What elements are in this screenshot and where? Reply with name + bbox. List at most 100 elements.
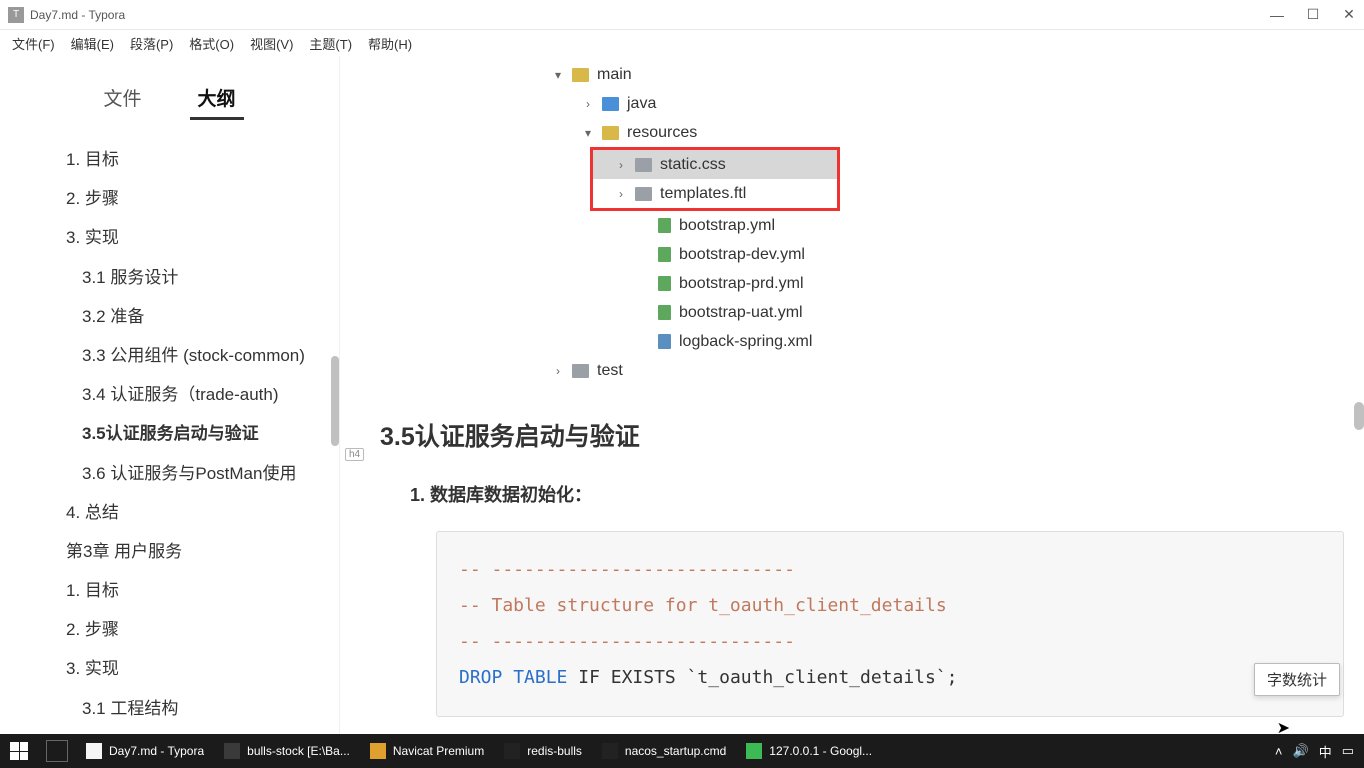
tree-row: logback-spring.xml <box>440 327 1344 356</box>
task-label: redis-bulls <box>527 744 582 758</box>
content-scrollbar[interactable] <box>1354 402 1364 430</box>
menu-view[interactable]: 视图(V) <box>244 32 299 55</box>
taskbar-task[interactable]: Navicat Premium <box>360 734 494 768</box>
heading-h4[interactable]: 3.5认证服务启动与验证 <box>380 417 1344 453</box>
tree-label: java <box>627 95 656 113</box>
outline-item[interactable]: 3.1 工程结构 <box>16 689 339 728</box>
code-text: IF EXISTS `t_oauth_client_details`; <box>567 667 957 688</box>
tree-row: ▾resources <box>440 118 1344 147</box>
tree-row: bootstrap-dev.yml <box>440 240 1344 269</box>
close-button[interactable]: ✕ <box>1342 8 1356 22</box>
chevron-icon: › <box>613 158 629 172</box>
menu-edit[interactable]: 编辑(E) <box>65 32 120 55</box>
outline-item[interactable]: 3.2 准备 <box>16 297 339 336</box>
menubar: 文件(F) 编辑(E) 段落(P) 格式(O) 视图(V) 主题(T) 帮助(H… <box>0 30 1364 56</box>
notification-icon[interactable]: ▭ <box>1342 743 1354 759</box>
menu-format[interactable]: 格式(O) <box>183 32 240 55</box>
tree-label: logback-spring.xml <box>679 333 812 351</box>
file-icon <box>658 276 671 291</box>
file-icon <box>658 334 671 349</box>
tree-row: bootstrap.yml <box>440 211 1344 240</box>
outline-item[interactable]: 3.6 认证服务与PostMan使用 <box>16 454 339 493</box>
folder-icon <box>635 187 652 201</box>
sidebar: 文件 大纲 1. 目标2. 步骤3. 实现3.1 服务设计3.2 准备3.3 公… <box>0 56 340 734</box>
tree-row: bootstrap-uat.yml <box>440 298 1344 327</box>
outline-item[interactable]: 3. 实现 <box>16 218 339 257</box>
minimize-button[interactable]: — <box>1270 8 1284 22</box>
outline-item[interactable]: 3.1 服务设计 <box>16 258 339 297</box>
tray-expand-icon[interactable]: ˄ <box>1275 744 1283 759</box>
outline-item[interactable]: 1. 目标 <box>16 571 339 610</box>
tree-label: templates.ftl <box>660 185 746 203</box>
tab-file[interactable]: 文件 <box>95 78 149 120</box>
task-label: Day7.md - Typora <box>109 744 204 758</box>
tree-row: bootstrap-prd.yml <box>440 269 1344 298</box>
step-1[interactable]: 1. 数据库数据初始化： <box>410 481 1344 507</box>
chevron-icon: ▾ <box>550 68 566 82</box>
tree-row: ›static.css <box>593 150 837 179</box>
task-view-icon[interactable] <box>46 740 68 762</box>
outline-item[interactable]: 2. 步骤 <box>16 179 339 218</box>
code-block[interactable]: -- ---------------------------- -- Table… <box>436 531 1344 717</box>
volume-icon[interactable]: 🔊 <box>1293 743 1309 759</box>
outline-item[interactable]: 3.3 公用组件 (stock-common) <box>16 336 339 375</box>
task-icon <box>602 743 618 759</box>
file-icon <box>658 305 671 320</box>
sidebar-tabs: 文件 大纲 <box>0 56 339 130</box>
menu-paragraph[interactable]: 段落(P) <box>124 32 179 55</box>
menu-help[interactable]: 帮助(H) <box>362 32 418 55</box>
taskbar-task[interactable]: Day7.md - Typora <box>76 734 214 768</box>
code-keyword: TABLE <box>513 667 567 688</box>
taskbar-task[interactable]: 127.0.0.1 - Googl... <box>736 734 882 768</box>
highlight-box: ›static.css›templates.ftl <box>590 147 840 211</box>
tree-label: bootstrap-prd.yml <box>679 275 804 293</box>
ime-icon[interactable]: 中 <box>1319 742 1332 761</box>
folder-icon <box>602 97 619 111</box>
folder-icon <box>572 68 589 82</box>
tree-row: ›templates.ftl <box>593 179 837 208</box>
tab-outline[interactable]: 大纲 <box>190 78 244 120</box>
menu-file[interactable]: 文件(F) <box>6 32 61 55</box>
chevron-icon: ▾ <box>580 126 596 140</box>
outline-item[interactable]: 1. 目标 <box>16 140 339 179</box>
folder-icon <box>602 126 619 140</box>
outline-item[interactable]: 2. 步骤 <box>16 610 339 649</box>
outline-item[interactable]: 3.5认证服务启动与验证 <box>16 414 339 453</box>
task-icon <box>224 743 240 759</box>
folder-icon <box>572 364 589 378</box>
outline-item[interactable]: 4. 总结 <box>16 493 339 532</box>
step-text: 数据库数据初始化： <box>430 485 592 505</box>
tree-label: bootstrap.yml <box>679 217 775 235</box>
outline-list[interactable]: 1. 目标2. 步骤3. 实现3.1 服务设计3.2 准备3.3 公用组件 (s… <box>0 130 339 734</box>
task-icon <box>86 743 102 759</box>
window-controls: — ☐ ✕ <box>1270 8 1356 22</box>
taskbar-task[interactable]: nacos_startup.cmd <box>592 734 736 768</box>
tree-label: bootstrap-dev.yml <box>679 246 805 264</box>
folder-icon <box>635 158 652 172</box>
content-area[interactable]: ▾main›java▾resources›static.css›template… <box>340 56 1364 734</box>
file-icon <box>658 247 671 262</box>
tree-label: main <box>597 66 632 84</box>
start-button[interactable] <box>10 742 28 760</box>
system-tray: ˄ 🔊 中 ▭ <box>1275 742 1364 761</box>
tree-row: ›test <box>440 356 1344 385</box>
menu-theme[interactable]: 主题(T) <box>303 32 358 55</box>
sidebar-scrollbar[interactable] <box>331 356 339 446</box>
tree-row: › java <box>440 89 1344 118</box>
maximize-button[interactable]: ☐ <box>1306 8 1320 22</box>
outline-item[interactable]: 3. 实现 <box>16 649 339 688</box>
taskbar-task[interactable]: redis-bulls <box>494 734 592 768</box>
task-label: Navicat Premium <box>393 744 484 758</box>
app-icon: T <box>8 7 24 23</box>
step-number: 1. <box>410 485 425 505</box>
code-comment: -- Table structure for t_oauth_client_de… <box>459 595 947 616</box>
chevron-icon: › <box>580 97 596 111</box>
outline-item[interactable]: 第3章 用户服务 <box>16 532 339 571</box>
outline-item[interactable]: 3.4 认证服务（trade-auth) <box>16 375 339 414</box>
taskbar-task[interactable]: bulls-stock [E:\Ba... <box>214 734 360 768</box>
tree-label: bootstrap-uat.yml <box>679 304 803 322</box>
task-label: nacos_startup.cmd <box>625 744 726 758</box>
window-title: Day7.md - Typora <box>30 8 1270 22</box>
wordcount-tooltip: 字数统计 <box>1254 663 1340 696</box>
code-keyword: DROP <box>459 667 502 688</box>
